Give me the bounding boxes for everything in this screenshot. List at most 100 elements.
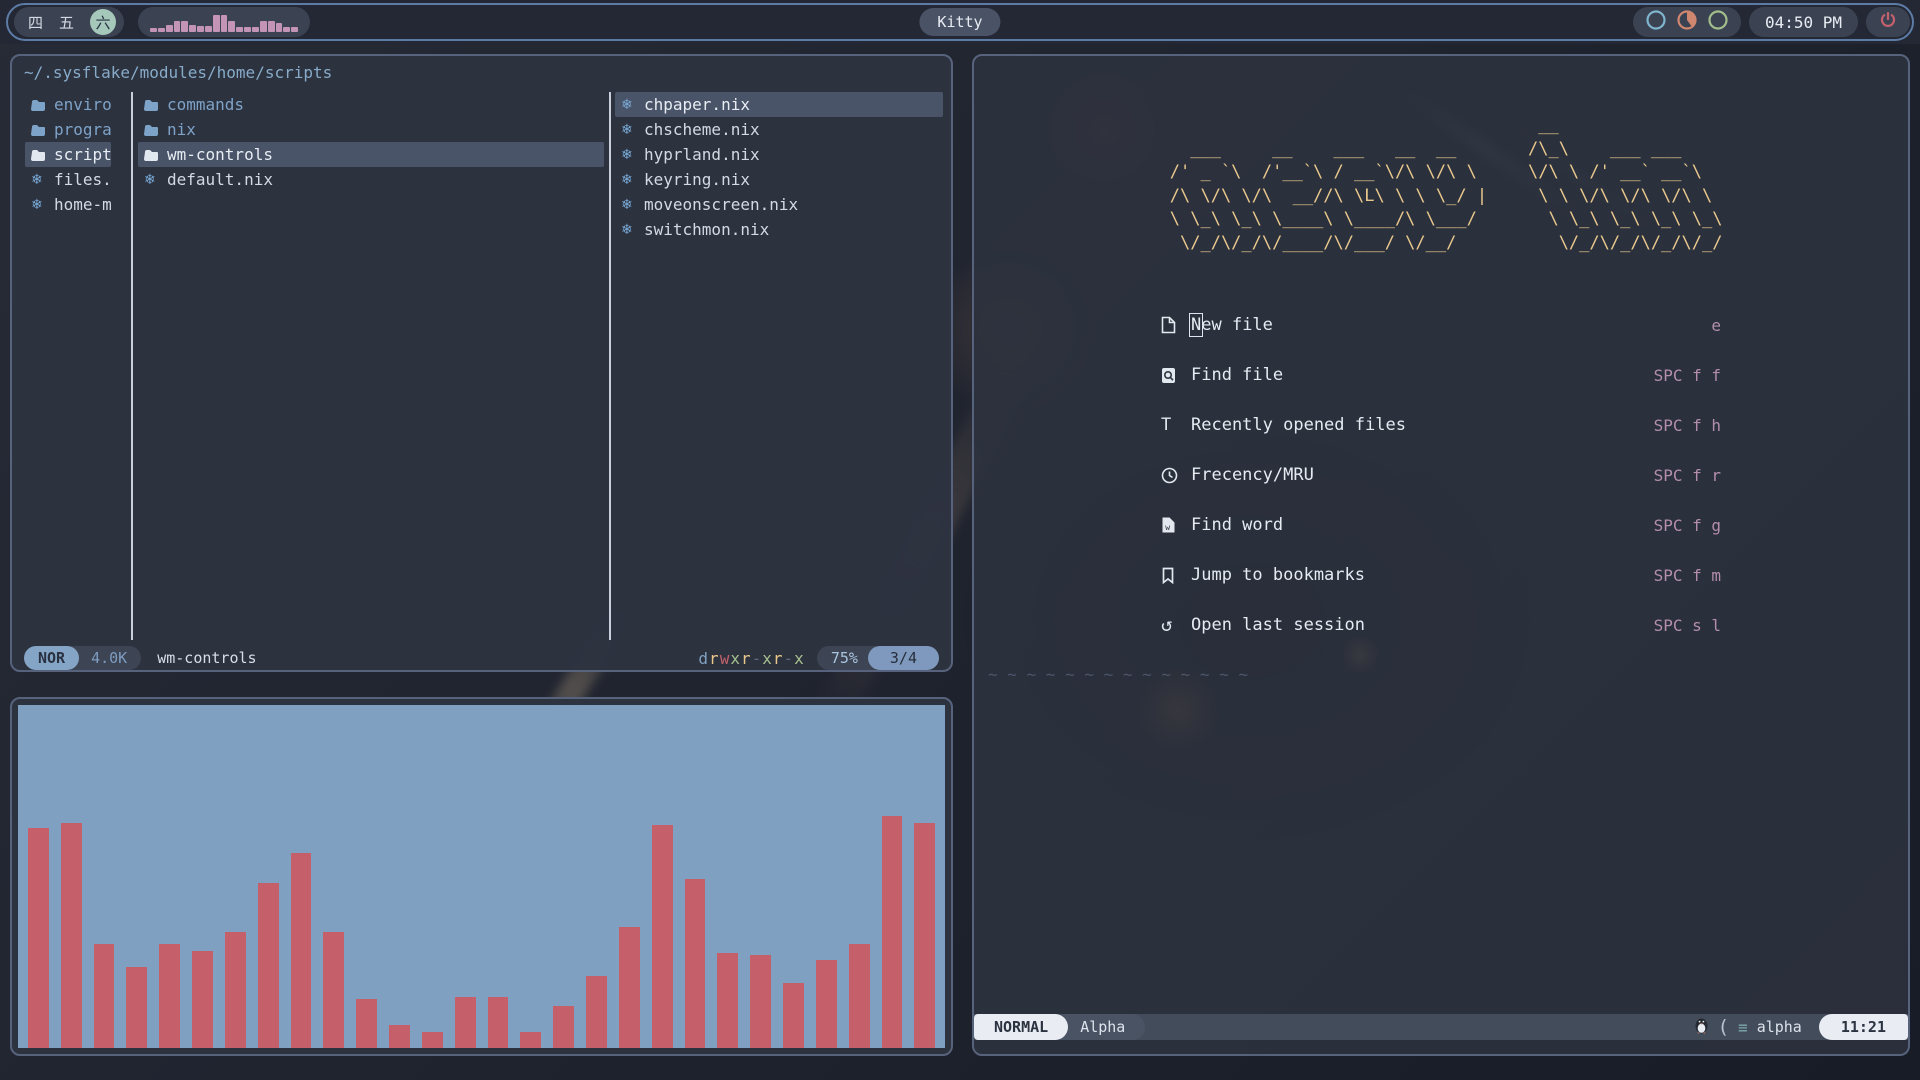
dashboard-item-shortcut: SPC f g	[1654, 516, 1721, 535]
nix-file-icon: ❄	[144, 172, 160, 188]
chart-preview-window[interactable]	[10, 697, 953, 1056]
file-row-moveonscreen.nix[interactable]: ❄moveonscreen.nix	[615, 192, 943, 217]
dashboard-item-label: Jump to bookmarks	[1191, 565, 1654, 585]
file-name: chpaper.nix	[644, 95, 750, 114]
nix-file-icon: ❄	[31, 172, 47, 188]
file-row-enviro[interactable]: enviro	[25, 92, 111, 117]
neovim-window[interactable]: __ ___ __ ___ __ __ /\_\ ___ ___ /' _ `\…	[972, 54, 1910, 1056]
file-row-switchmon.nix[interactable]: ❄ switchmon.nix	[615, 217, 943, 242]
statusline-clock: 11:21	[1819, 1014, 1908, 1040]
workspace-item-active[interactable]: 六	[90, 9, 116, 35]
lines-icon: ≡	[1738, 1018, 1748, 1037]
dashboard-item-new-file[interactable]: New filee	[1161, 300, 1721, 350]
recent-files-icon: T	[1161, 415, 1191, 435]
histogram-bar	[189, 25, 196, 32]
file-name: switchmon.nix	[644, 220, 769, 239]
folder-icon	[31, 99, 47, 111]
svg-text:w: w	[1165, 523, 1170, 532]
chart-bar	[717, 953, 738, 1048]
chart-bar	[192, 951, 213, 1048]
dashboard-item-open-last-session[interactable]: ↺Open last sessionSPC s l	[1161, 600, 1721, 650]
file-name: keyring.nix	[644, 170, 750, 189]
chart-bar	[455, 997, 476, 1048]
file-name: default.nix	[167, 170, 273, 189]
clock-widget[interactable]: 04:50 PM	[1749, 7, 1858, 37]
nix-file-icon: ❄	[621, 222, 637, 238]
file-manager-window[interactable]: ~/.sysflake/modules/home/scripts enviro p…	[10, 54, 953, 672]
chart-bar	[882, 816, 903, 1048]
dashboard-item-find-word[interactable]: w Find wordSPC f g	[1161, 500, 1721, 550]
histogram-bar	[252, 27, 259, 32]
file-name: files.	[54, 170, 111, 189]
file-row-chscheme.nix[interactable]: ❄chscheme.nix	[615, 117, 943, 142]
file-size-badge: 4.0K	[71, 646, 141, 670]
perm-char: w	[720, 649, 731, 668]
file-name: script	[54, 145, 111, 164]
chart-bar	[323, 932, 344, 1048]
current-path: ~/.sysflake/modules/home/scripts	[24, 63, 332, 82]
system-monitor-rings[interactable]	[1633, 7, 1741, 37]
file-row-keyring.nix[interactable]: ❄ keyring.nix	[615, 167, 943, 192]
dashboard-item-shortcut: SPC f f	[1654, 366, 1721, 385]
chart-bar	[291, 853, 312, 1048]
file-row-wm-controls[interactable]: wm-controls	[138, 142, 604, 167]
file-name: enviro	[54, 95, 111, 114]
chart-bar	[356, 999, 377, 1048]
dashboard-item-shortcut: SPC f r	[1654, 466, 1721, 485]
file-row-files.[interactable]: ❄ files.	[25, 167, 111, 192]
file-row-progra[interactable]: progra	[25, 117, 111, 142]
file-name: hyprland.nix	[644, 145, 760, 164]
dashboard-item-frecency-mru[interactable]: Frecency/MRUSPC f r	[1161, 450, 1721, 500]
power-button[interactable]	[1866, 7, 1910, 37]
file-row-script[interactable]: script	[25, 142, 111, 167]
chart-bar	[126, 967, 147, 1048]
chart-bar	[422, 1032, 443, 1048]
parent-directory-column: enviro progra script ❄ files. ❄home-m	[25, 92, 111, 217]
permissions-string: drwxr-xr-x	[698, 649, 804, 668]
file-row-chpaper.nix[interactable]: ❄chpaper.nix	[615, 92, 943, 117]
pane-divider	[609, 92, 611, 640]
dashboard-item-recently-opened-files[interactable]: TRecently opened filesSPC f h	[1161, 400, 1721, 450]
bar-chart-canvas	[18, 705, 945, 1048]
perm-char: x	[762, 649, 773, 668]
histogram-bar	[244, 27, 251, 32]
chart-bar	[914, 823, 935, 1048]
histogram-bar	[213, 15, 220, 32]
chart-bar	[849, 944, 870, 1048]
selected-file-name: wm-controls	[157, 649, 256, 667]
workspace-switcher: 四五六	[14, 7, 124, 37]
chart-bar	[61, 823, 82, 1048]
chart-bar	[28, 828, 49, 1048]
dashboard-item-find-file[interactable]: Find fileSPC f f	[1161, 350, 1721, 400]
chart-bar	[488, 997, 509, 1048]
perm-char: x	[794, 649, 805, 668]
current-directory-column: commandsnix wm-controls ❄ default.nix	[138, 92, 604, 192]
file-row-nix[interactable]: nix	[138, 117, 604, 142]
file-row-home-m[interactable]: ❄home-m	[25, 192, 111, 217]
file-row-commands[interactable]: commands	[138, 92, 604, 117]
dashboard-item-label: Frecency/MRU	[1191, 465, 1654, 485]
chart-bar	[159, 944, 180, 1048]
statusline-separator: (	[1718, 1016, 1729, 1038]
chart-bar	[586, 976, 607, 1048]
histogram-bar	[205, 26, 212, 32]
chart-bar	[685, 879, 706, 1048]
dashboard-item-jump-to-bookmarks[interactable]: Jump to bookmarksSPC f m	[1161, 550, 1721, 600]
histogram-bar	[236, 27, 243, 32]
folder-icon	[144, 124, 160, 136]
neovim-ascii-logo: __ ___ __ ___ __ __ /\_\ ___ ___ /' _ `\…	[1160, 114, 1723, 255]
file-row-hyprland.nix[interactable]: ❄hyprland.nix	[615, 142, 943, 167]
focused-window-title[interactable]: Kitty	[919, 8, 1000, 36]
dashboard-item-label: Recently opened files	[1191, 415, 1654, 435]
dashboard-item-label: Find word	[1191, 515, 1654, 535]
histogram-bar	[291, 27, 298, 32]
folder-icon	[31, 149, 47, 161]
text-cursor: N	[1191, 315, 1201, 335]
file-name: wm-controls	[167, 145, 273, 164]
workspace-item[interactable]: 五	[59, 12, 74, 33]
workspace-item[interactable]: 四	[28, 12, 43, 33]
nix-file-icon: ❄	[621, 172, 637, 188]
activity-histogram-widget[interactable]	[138, 7, 310, 37]
bar-chart-bars	[18, 705, 945, 1048]
file-row-default.nix[interactable]: ❄ default.nix	[138, 167, 604, 192]
